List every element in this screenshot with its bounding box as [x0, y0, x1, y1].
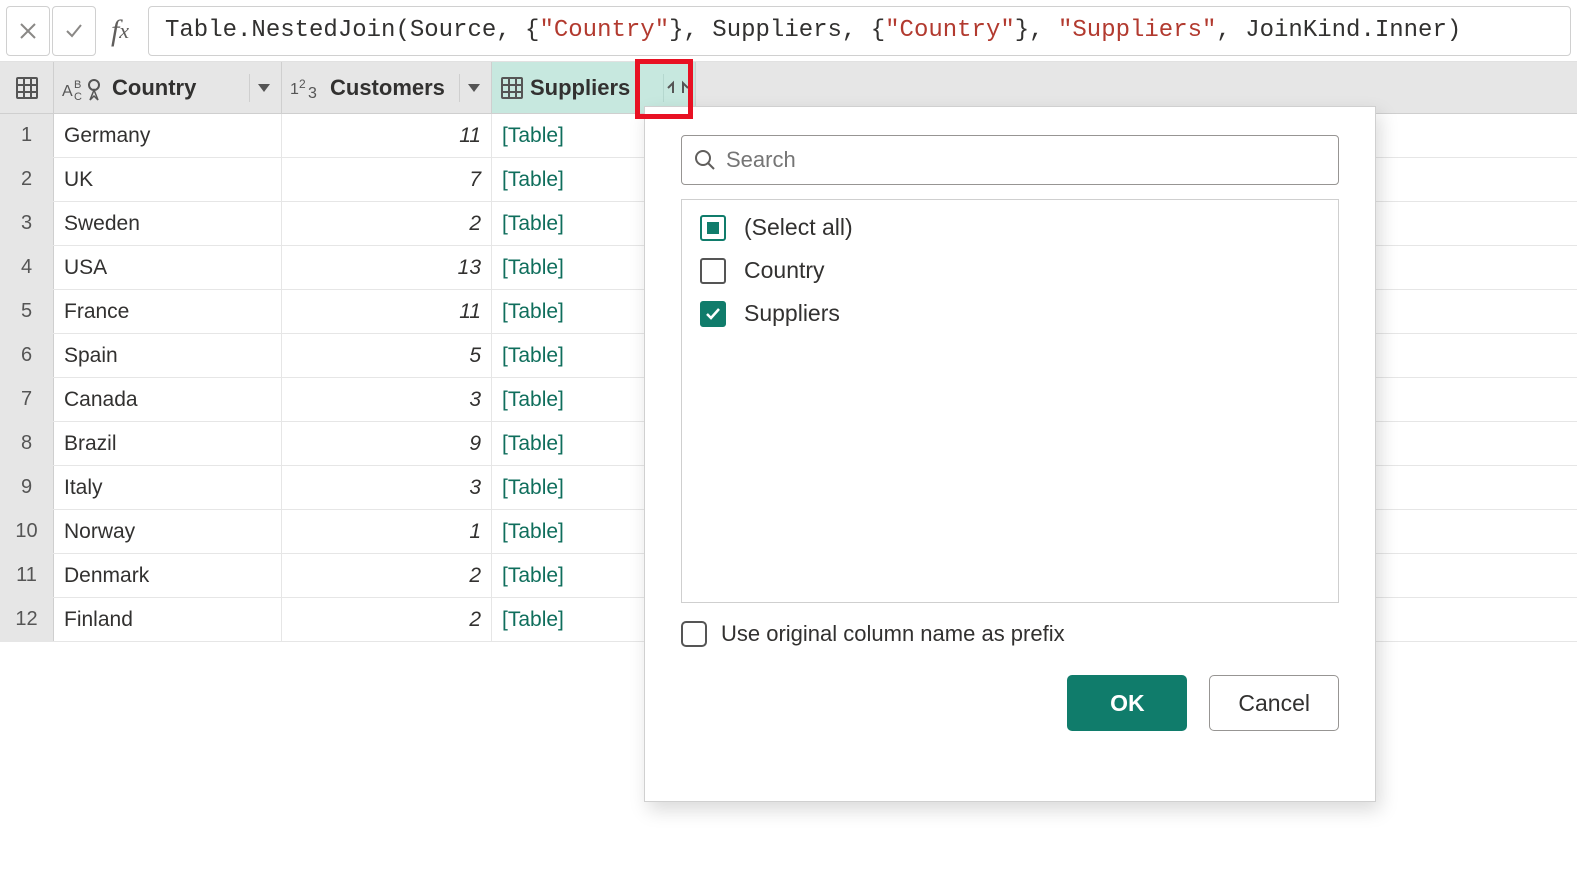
- svg-text:A: A: [62, 83, 73, 100]
- search-icon: [694, 149, 716, 171]
- checkbox-checked-icon: [700, 301, 726, 327]
- checkbox-indeterminate-icon: [700, 215, 726, 241]
- use-prefix-option[interactable]: Use original column name as prefix: [681, 621, 1339, 647]
- option-suppliers[interactable]: Suppliers: [700, 300, 1320, 327]
- row-index[interactable]: 8: [0, 422, 54, 465]
- row-index[interactable]: 9: [0, 466, 54, 509]
- option-label: (Select all): [744, 214, 853, 241]
- cell-country[interactable]: Spain: [54, 334, 282, 377]
- column-name: Country: [112, 75, 249, 101]
- cell-country[interactable]: Brazil: [54, 422, 282, 465]
- table-type-icon: [500, 76, 524, 100]
- cancel-formula-button[interactable]: [6, 6, 50, 56]
- fx-icon: fx: [98, 6, 142, 56]
- column-header-country[interactable]: A B C Country: [54, 62, 282, 113]
- cell-country[interactable]: Canada: [54, 378, 282, 421]
- row-index[interactable]: 10: [0, 510, 54, 553]
- option-label: Country: [744, 257, 825, 284]
- search-box[interactable]: [681, 135, 1339, 185]
- svg-text:B: B: [74, 79, 81, 91]
- ok-button[interactable]: OK: [1067, 675, 1187, 731]
- check-icon: [64, 21, 84, 41]
- column-select-list: (Select all) Country Suppliers: [681, 199, 1339, 603]
- chevron-down-icon: [258, 84, 270, 92]
- row-index[interactable]: 5: [0, 290, 54, 333]
- cell-country[interactable]: Sweden: [54, 202, 282, 245]
- use-prefix-label: Use original column name as prefix: [721, 621, 1065, 647]
- row-index[interactable]: 12: [0, 598, 54, 641]
- cell-customers[interactable]: 9: [282, 422, 492, 465]
- row-index[interactable]: 4: [0, 246, 54, 289]
- column-filter-button[interactable]: [459, 74, 487, 102]
- row-index[interactable]: 11: [0, 554, 54, 597]
- svg-text:C: C: [74, 91, 82, 102]
- row-index[interactable]: 3: [0, 202, 54, 245]
- option-country[interactable]: Country: [700, 257, 1320, 284]
- expand-column-popup: (Select all) Country Suppliers Use origi…: [644, 106, 1376, 802]
- row-index[interactable]: 2: [0, 158, 54, 201]
- cell-country[interactable]: Denmark: [54, 554, 282, 597]
- cell-customers[interactable]: 2: [282, 598, 492, 641]
- cell-country[interactable]: Norway: [54, 510, 282, 553]
- cell-customers[interactable]: 11: [282, 290, 492, 333]
- formula-input[interactable]: Table.NestedJoin(Source, {"Country"}, Su…: [148, 6, 1571, 56]
- row-index[interactable]: 1: [0, 114, 54, 157]
- number-type-icon: 1 2 3: [290, 74, 324, 102]
- row-index[interactable]: 7: [0, 378, 54, 421]
- column-header-customers[interactable]: 1 2 3 Customers: [282, 62, 492, 113]
- cell-customers[interactable]: 2: [282, 554, 492, 597]
- select-all-corner[interactable]: [0, 62, 54, 113]
- formula-text: Table.NestedJoin(Source, {"Country"}, Su…: [165, 17, 1461, 44]
- expand-column-button[interactable]: [663, 74, 691, 102]
- cell-country[interactable]: Germany: [54, 114, 282, 157]
- cell-customers[interactable]: 7: [282, 158, 492, 201]
- table-icon: [15, 76, 39, 100]
- x-icon: [19, 22, 37, 40]
- expand-icon: [667, 79, 689, 97]
- cell-customers[interactable]: 13: [282, 246, 492, 289]
- column-name: Customers: [330, 75, 459, 101]
- popup-button-row: OK Cancel: [681, 675, 1339, 731]
- commit-formula-button[interactable]: [52, 6, 96, 56]
- select-all-option[interactable]: (Select all): [700, 214, 1320, 241]
- svg-text:2: 2: [299, 77, 306, 91]
- row-index[interactable]: 6: [0, 334, 54, 377]
- cell-customers[interactable]: 3: [282, 378, 492, 421]
- formula-bar: fx Table.NestedJoin(Source, {"Country"},…: [0, 0, 1577, 62]
- cell-country[interactable]: Finland: [54, 598, 282, 641]
- cell-customers[interactable]: 1: [282, 510, 492, 553]
- search-input[interactable]: [726, 147, 1326, 173]
- cell-customers[interactable]: 5: [282, 334, 492, 377]
- cell-customers[interactable]: 11: [282, 114, 492, 157]
- svg-text:3: 3: [308, 85, 317, 102]
- column-filter-button[interactable]: [249, 74, 277, 102]
- cell-country[interactable]: UK: [54, 158, 282, 201]
- column-name: Suppliers: [530, 75, 663, 101]
- option-label: Suppliers: [744, 300, 840, 327]
- cell-customers[interactable]: 2: [282, 202, 492, 245]
- cell-country[interactable]: USA: [54, 246, 282, 289]
- cell-customers[interactable]: 3: [282, 466, 492, 509]
- svg-text:1: 1: [290, 81, 299, 98]
- text-key-type-icon: A B C: [62, 74, 106, 102]
- checkbox-unchecked-icon: [681, 621, 707, 647]
- cell-country[interactable]: Italy: [54, 466, 282, 509]
- cancel-button[interactable]: Cancel: [1209, 675, 1339, 731]
- cell-country[interactable]: France: [54, 290, 282, 333]
- checkbox-unchecked-icon: [700, 258, 726, 284]
- chevron-down-icon: [468, 84, 480, 92]
